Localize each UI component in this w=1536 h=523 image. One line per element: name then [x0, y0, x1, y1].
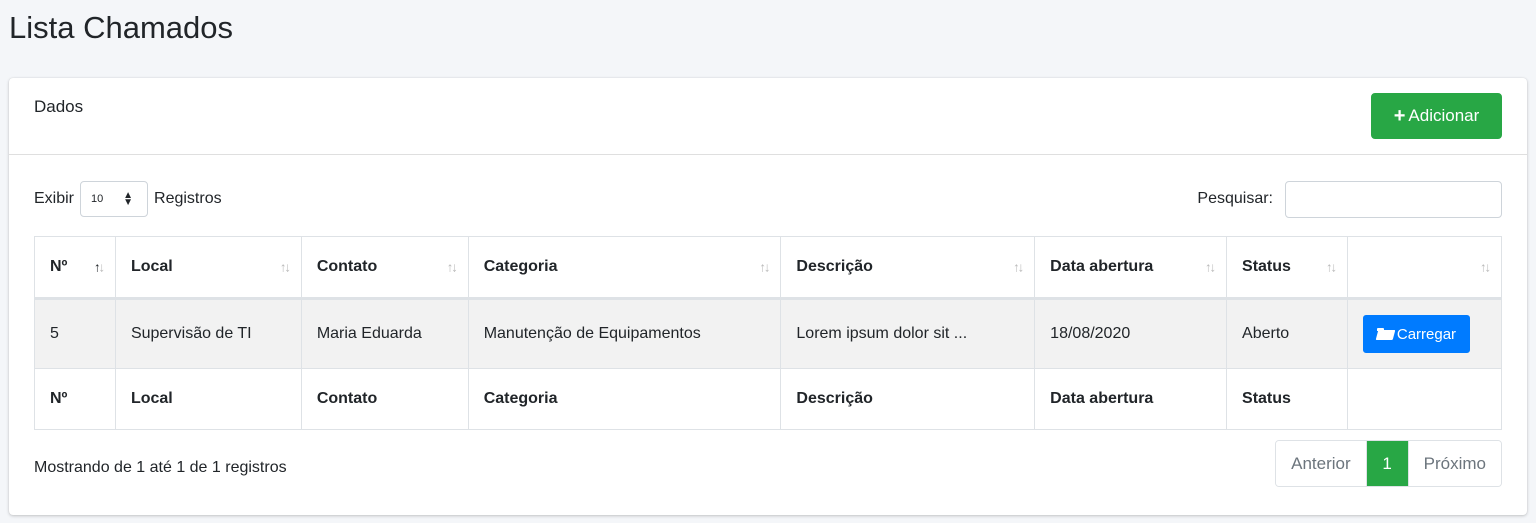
cell-descricao: Lorem ipsum dolor sit ...	[780, 298, 1036, 369]
column-header-actions[interactable]: ↑↓	[1346, 236, 1503, 300]
cell-numero: 5	[34, 298, 116, 369]
table-footer-row: Nº Local Contato Categoria Descrição Dat…	[34, 368, 1503, 430]
footer-categoria: Categoria	[467, 368, 782, 430]
pagination: Anterior 1 Próximo	[1275, 440, 1502, 487]
cell-contato: Maria Eduarda	[300, 298, 469, 369]
cell-local: Supervisão de TI	[114, 298, 302, 369]
data-card: Dados + Adicionar Exibir 10 ▲ ▼ Registros…	[9, 78, 1527, 515]
sort-icon: ↑↓	[759, 259, 770, 275]
plus-icon: +	[1393, 105, 1406, 127]
footer-contato: Contato	[300, 368, 469, 430]
sort-asc-icon: ↑↓	[93, 259, 105, 275]
search-label: Pesquisar:	[1197, 190, 1273, 207]
sort-icon: ↑↓	[1205, 259, 1216, 275]
cell-categoria: Manutenção de Equipamentos	[467, 298, 782, 369]
card-title: Dados	[34, 97, 84, 116]
sort-icon: ↑↓	[1325, 259, 1337, 275]
column-header-data-abertura[interactable]: Data abertura ↑↓	[1034, 236, 1228, 300]
column-header-contato[interactable]: Contato ↑↓	[300, 236, 469, 300]
load-button[interactable]: Carregar	[1362, 315, 1470, 353]
chamados-table: Nº ↑↓ Local ↑↓ Contato ↑↓ Categoria ↑↓ Descr…	[34, 236, 1503, 430]
page-length-control: Exibir 10 ▲ ▼ Registros	[34, 180, 222, 218]
column-header-status[interactable]: Status ↑↓	[1226, 236, 1348, 300]
footer-actions	[1346, 368, 1503, 430]
previous-page-button[interactable]: Anterior	[1276, 441, 1367, 486]
search-input[interactable]	[1285, 180, 1502, 218]
sort-icon: ↑↓	[1480, 259, 1491, 275]
table-info: Mostrando de 1 até 1 de 1 registros	[34, 459, 287, 476]
sort-icon: ↑↓	[446, 259, 458, 275]
footer-local: Local	[114, 368, 302, 430]
table-row: 5 Supervisão de TI Maria Eduarda Manuten…	[34, 298, 1503, 369]
page-length-select[interactable]: 10 ▲ ▼	[80, 181, 149, 217]
card-header: Dados + Adicionar	[9, 78, 1527, 155]
length-suffix: Registros	[154, 190, 222, 207]
column-header-categoria[interactable]: Categoria ↑↓	[467, 236, 782, 300]
length-prefix: Exibir	[34, 190, 75, 207]
page-length-value: 10	[91, 193, 104, 205]
cell-actions: Carregar	[1346, 298, 1503, 369]
add-button[interactable]: + Adicionar	[1371, 93, 1502, 139]
table-controls: Exibir 10 ▲ ▼ Registros Pesquisar:	[9, 180, 1527, 218]
folder-open-icon	[1376, 328, 1394, 340]
footer-status: Status	[1226, 368, 1348, 430]
footer-data-abertura: Data abertura	[1034, 368, 1228, 430]
page-button-current[interactable]: 1	[1366, 441, 1409, 486]
column-header-numero[interactable]: Nº ↑↓	[34, 236, 116, 300]
footer-numero: Nº	[34, 368, 116, 430]
add-button-label: Adicionar	[1408, 106, 1480, 125]
page-title: Lista Chamados	[9, 10, 234, 45]
column-header-local[interactable]: Local ↑↓	[114, 236, 302, 300]
search-control: Pesquisar:	[1197, 180, 1502, 218]
load-button-label: Carregar	[1396, 325, 1457, 343]
sort-icon: ↑↓	[1013, 259, 1024, 275]
sort-updown-icon: ▲ ▼	[123, 190, 134, 208]
footer-descricao: Descrição	[780, 368, 1036, 430]
next-page-button[interactable]: Próximo	[1408, 441, 1501, 486]
cell-status: Aberto	[1226, 298, 1348, 369]
cell-data-abertura: 18/08/2020	[1034, 298, 1228, 369]
column-header-descricao[interactable]: Descrição ↑↓	[780, 236, 1036, 300]
sort-icon: ↑↓	[279, 259, 291, 275]
table-header-row: Nº ↑↓ Local ↑↓ Contato ↑↓ Categoria ↑↓ Descr…	[34, 236, 1503, 300]
